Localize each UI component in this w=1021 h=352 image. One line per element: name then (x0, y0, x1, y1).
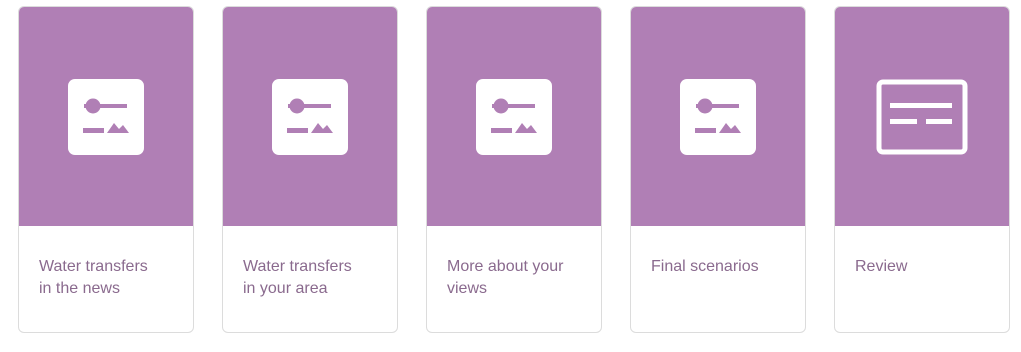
slider-image-icon (680, 78, 756, 155)
card-header (631, 7, 805, 226)
card-label: Water transfers in the news (39, 258, 148, 297)
card-label: Review (855, 258, 908, 275)
slider-image-icon (476, 78, 552, 155)
card-review[interactable]: Review (834, 6, 1010, 333)
card-header (223, 7, 397, 226)
slider-image-icon (272, 78, 348, 155)
card-label: Final scenarios (651, 258, 759, 275)
card-more-about-your-views[interactable]: More about your views (426, 6, 602, 333)
card-header (427, 7, 601, 226)
card-label: Water transfers in your area (243, 258, 352, 297)
card-header (835, 7, 1009, 226)
card-water-transfers-news[interactable]: Water transfers in the news (18, 6, 194, 333)
card-water-transfers-area[interactable]: Water transfers in your area (222, 6, 398, 333)
review-form-icon (876, 79, 968, 155)
card-label: More about your views (447, 258, 564, 297)
slider-image-icon (68, 78, 144, 155)
card-final-scenarios[interactable]: Final scenarios (630, 6, 806, 333)
card-header (19, 7, 193, 226)
